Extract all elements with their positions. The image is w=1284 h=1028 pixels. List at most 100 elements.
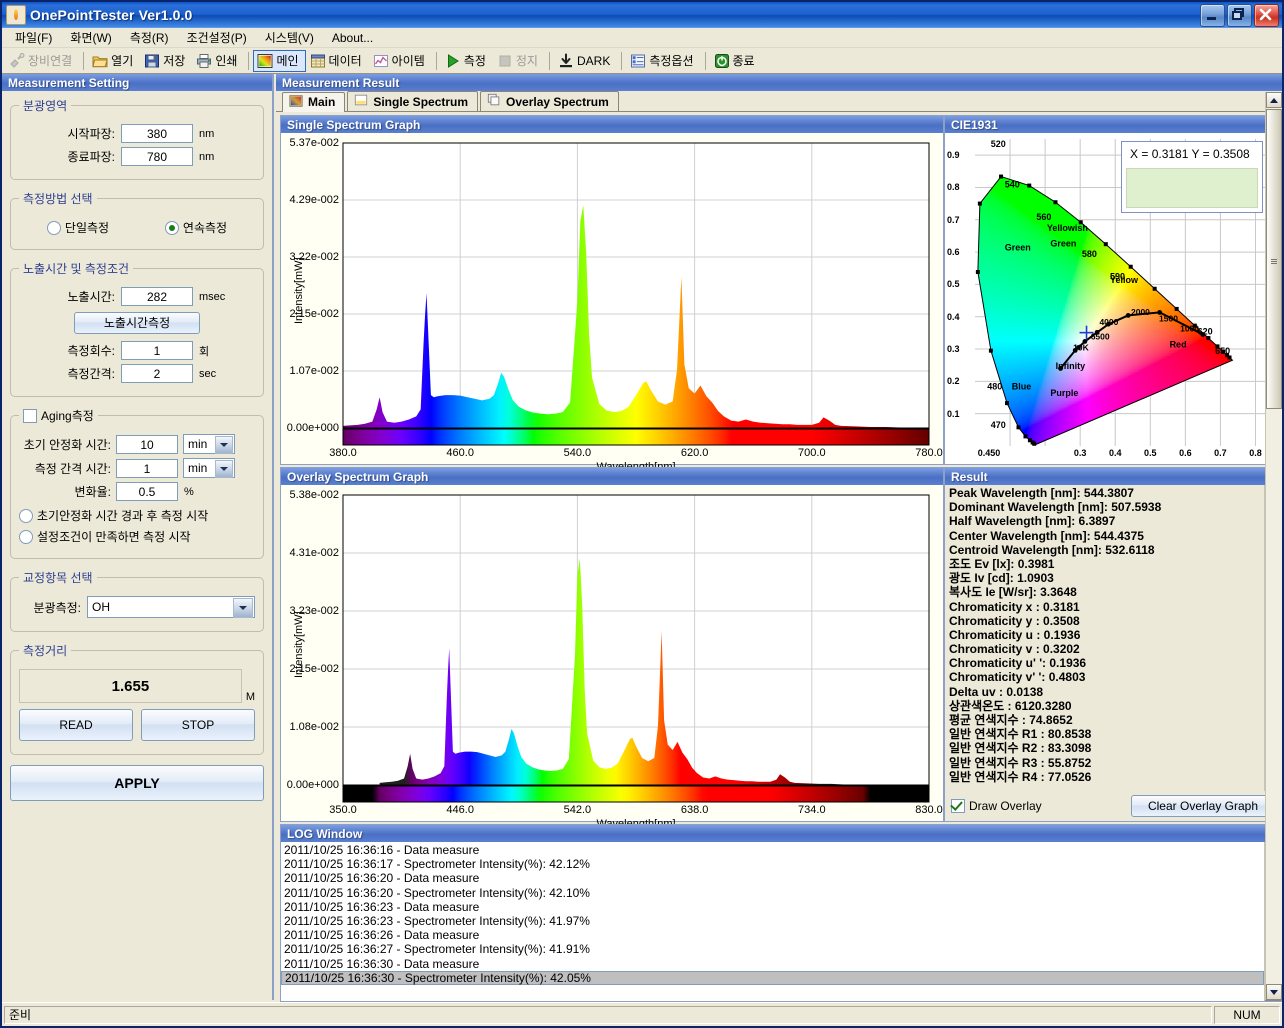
measure-count-input[interactable]: 1 [121, 341, 193, 360]
log-line[interactable]: 2011/10/25 16:36:26 - Data measure [281, 928, 1264, 942]
calibration-select-value: OH [92, 600, 110, 614]
radio-single-measure[interactable]: 단일측정 [46, 219, 109, 236]
aging-rate-input[interactable]: 0.5 [116, 482, 178, 501]
y-axis-tick: 4.31e-002 [289, 547, 339, 559]
cie-y-tick: 0.2 [947, 376, 960, 386]
x-axis-tick: 780.0 [915, 447, 943, 459]
toolbar-open[interactable]: 열기 [88, 50, 140, 72]
log-line[interactable]: 2011/10/25 16:36:20 - Spectrometer Inten… [281, 886, 1264, 900]
toolbar-main[interactable]: 메인 [253, 49, 306, 72]
draw-overlay-checkbox[interactable]: Draw Overlay [951, 799, 1042, 813]
y-axis-tick: 4.29e-002 [289, 194, 339, 206]
apply-button[interactable]: APPLY [10, 765, 264, 801]
exposure-legend: 노출시간 및 측정조건 [19, 260, 133, 277]
measure-method-group: 측정방법 선택 단일측정 연속측정 [10, 190, 264, 250]
x-axis-tick: 542.0 [564, 804, 592, 816]
log-line[interactable]: 2011/10/25 16:36:17 - Spectrometer Inten… [281, 857, 1264, 871]
restore-button[interactable] [1227, 3, 1252, 27]
log-line[interactable]: 2011/10/25 16:36:20 - Data measure [281, 871, 1264, 885]
overlay-spectrum-plot[interactable]: 0.00e+000 1.08e-002 2.15e-002 3.23e-002 4.31… [281, 485, 943, 830]
toolbar-print[interactable]: 인쇄 [192, 50, 244, 72]
exposure-time-input[interactable]: 282 [121, 287, 193, 306]
distance-group: 측정거리 1.655 M READ STOP [10, 642, 264, 755]
result-line: 일반 연색지수 R1 : 80.8538 [945, 727, 1264, 741]
right-panel-scroll-thumb[interactable] [1266, 109, 1282, 409]
y-axis-tick: 0.00e+000 [287, 422, 339, 434]
power-exit-icon [714, 53, 730, 69]
toolbar-options[interactable]: 측정옵션 [626, 50, 700, 72]
chevron-down-icon-3[interactable] [233, 598, 253, 618]
clear-overlay-graph-button[interactable]: Clear Overlay Graph [1131, 795, 1275, 817]
overlay-spectrum-graph-panel: Overlay Spectrum Graph 0.00e+000 1.08e-00… [280, 467, 944, 830]
toolbar-exit[interactable]: 종료 [710, 50, 762, 72]
stop-button[interactable]: STOP [141, 709, 255, 741]
toolbar-data[interactable]: 데이터 [306, 50, 369, 72]
cie-y-tick: 0.3 [947, 344, 960, 354]
log-line[interactable]: 2011/10/25 16:36:27 - Spectrometer Inten… [281, 942, 1264, 956]
result-line: Chromaticity u : 0.1936 [945, 628, 1264, 642]
tab-single-spectrum[interactable]: Single Spectrum [347, 91, 479, 111]
log-line[interactable]: 2011/10/25 16:36:23 - Spectrometer Inten… [281, 914, 1264, 928]
result-line: Chromaticity y : 0.3508 [945, 614, 1264, 628]
right-panel-scroll-up-button[interactable] [1266, 92, 1282, 108]
toolbar-dark[interactable]: DARK [554, 50, 617, 72]
menu-measure[interactable]: 측정(R) [121, 27, 178, 48]
read-button[interactable]: READ [19, 709, 133, 741]
log-line[interactable]: 2011/10/25 16:36:16 - Data measure [281, 843, 1264, 857]
close-button[interactable] [1254, 3, 1279, 27]
right-panel-scroll-down-button[interactable] [1266, 984, 1282, 1000]
single-spectrum-plot[interactable]: 0.00e+000 1.07e-002 2.15e-002 3.22e-002 4.29… [281, 133, 943, 473]
aging-enable-checkbox[interactable] [23, 408, 37, 423]
radio-continuous-measure[interactable]: 연속측정 [164, 219, 227, 236]
log-list[interactable]: 2011/10/25 16:36:16 - Data measure 2011/1… [281, 842, 1281, 1001]
aging-interval-input[interactable]: 1 [116, 458, 178, 478]
cie-x-tick: 0.4 [1109, 448, 1122, 458]
log-line[interactable]: 2011/10/25 16:36:23 - Data measure [281, 900, 1264, 914]
tab-overlay-spectrum[interactable]: Overlay Spectrum [480, 91, 619, 111]
menu-settings[interactable]: 조건설정(P) [178, 27, 256, 48]
application-window: OnePointTester Ver1.0.0 파일(F) 화면(W) 측정(R) 조… [0, 0, 1284, 1028]
x-axis-tick: 460.0 [446, 447, 474, 459]
menu-view[interactable]: 화면(W) [61, 27, 120, 48]
right-panel-scrollbar[interactable] [1265, 92, 1282, 1000]
end-wavelength-input[interactable]: 780 [121, 147, 193, 166]
aging-legend-wrap: Aging측정 [19, 407, 98, 424]
main-chart-icon [257, 53, 273, 69]
y-axis-tick: 1.07e-002 [289, 365, 339, 377]
tab-main[interactable]: Main [282, 92, 346, 112]
aging-stabilize-unit-select[interactable]: min [183, 434, 235, 454]
play-green-icon [445, 53, 461, 69]
start-wavelength-input[interactable]: 380 [121, 124, 193, 143]
exposure-time-label: 노출시간: [19, 288, 116, 305]
single-spectrum-graph-panel: Single Spectrum Graph 0.00e+000 1.07e-002… [280, 115, 944, 473]
menu-bar: 파일(F) 화면(W) 측정(R) 조건설정(P) 시스템(V) About... [2, 28, 1282, 48]
log-line[interactable]: 2011/10/25 16:36:30 - Data measure [281, 957, 1264, 971]
single-spectrum-tab-icon [354, 93, 368, 110]
aging-stabilize-label: 초기 안정화 시간: [19, 436, 111, 453]
result-line: Chromaticity v : 0.3202 [945, 642, 1264, 656]
main-body: Measurement Setting 분광영역 시작파장: 380 nm 종료… [2, 74, 1282, 1002]
chevron-down-icon[interactable] [215, 436, 233, 454]
aging-stabilize-input[interactable]: 10 [116, 434, 178, 454]
toolbar-measure[interactable]: 측정 [441, 50, 493, 72]
status-num-indicator: NUM [1214, 1005, 1280, 1024]
result-line: 일반 연색지수 R3 : 55.8752 [945, 756, 1264, 770]
cie-readout-text: X = 0.3181 Y = 0.3508 [1122, 142, 1262, 166]
measure-interval-input[interactable]: 2 [121, 364, 193, 383]
aging-interval-unit-select[interactable]: min [183, 458, 235, 478]
radio-start-when-condition-met[interactable]: 설정조건이 만족하면 측정 시작 [19, 528, 191, 545]
minimize-button[interactable] [1200, 3, 1225, 27]
chevron-down-icon-2[interactable] [215, 460, 233, 478]
calibration-select[interactable]: OH [87, 596, 255, 618]
log-line[interactable]: 2011/10/25 16:36:30 - Spectrometer Inten… [281, 970, 1264, 985]
measure-exposure-button[interactable]: 노출시간측정 [74, 312, 200, 334]
cie1931-plot[interactable]: 520 540 560 580 590 620 650 480 470 Green Yellowis… [945, 133, 1281, 464]
toolbar-save[interactable]: 저장 [140, 50, 192, 72]
menu-file[interactable]: 파일(F) [6, 27, 61, 48]
radio-start-after-stabilize-dot [19, 508, 33, 523]
menu-system[interactable]: 시스템(V) [256, 27, 323, 48]
radio-start-after-stabilize[interactable]: 초기안정화 시간 경과 후 측정 시작 [19, 507, 208, 524]
toolbar-item[interactable]: 아이템 [369, 50, 432, 72]
menu-about[interactable]: About... [323, 29, 382, 47]
radio-continuous-measure-dot [164, 220, 179, 235]
